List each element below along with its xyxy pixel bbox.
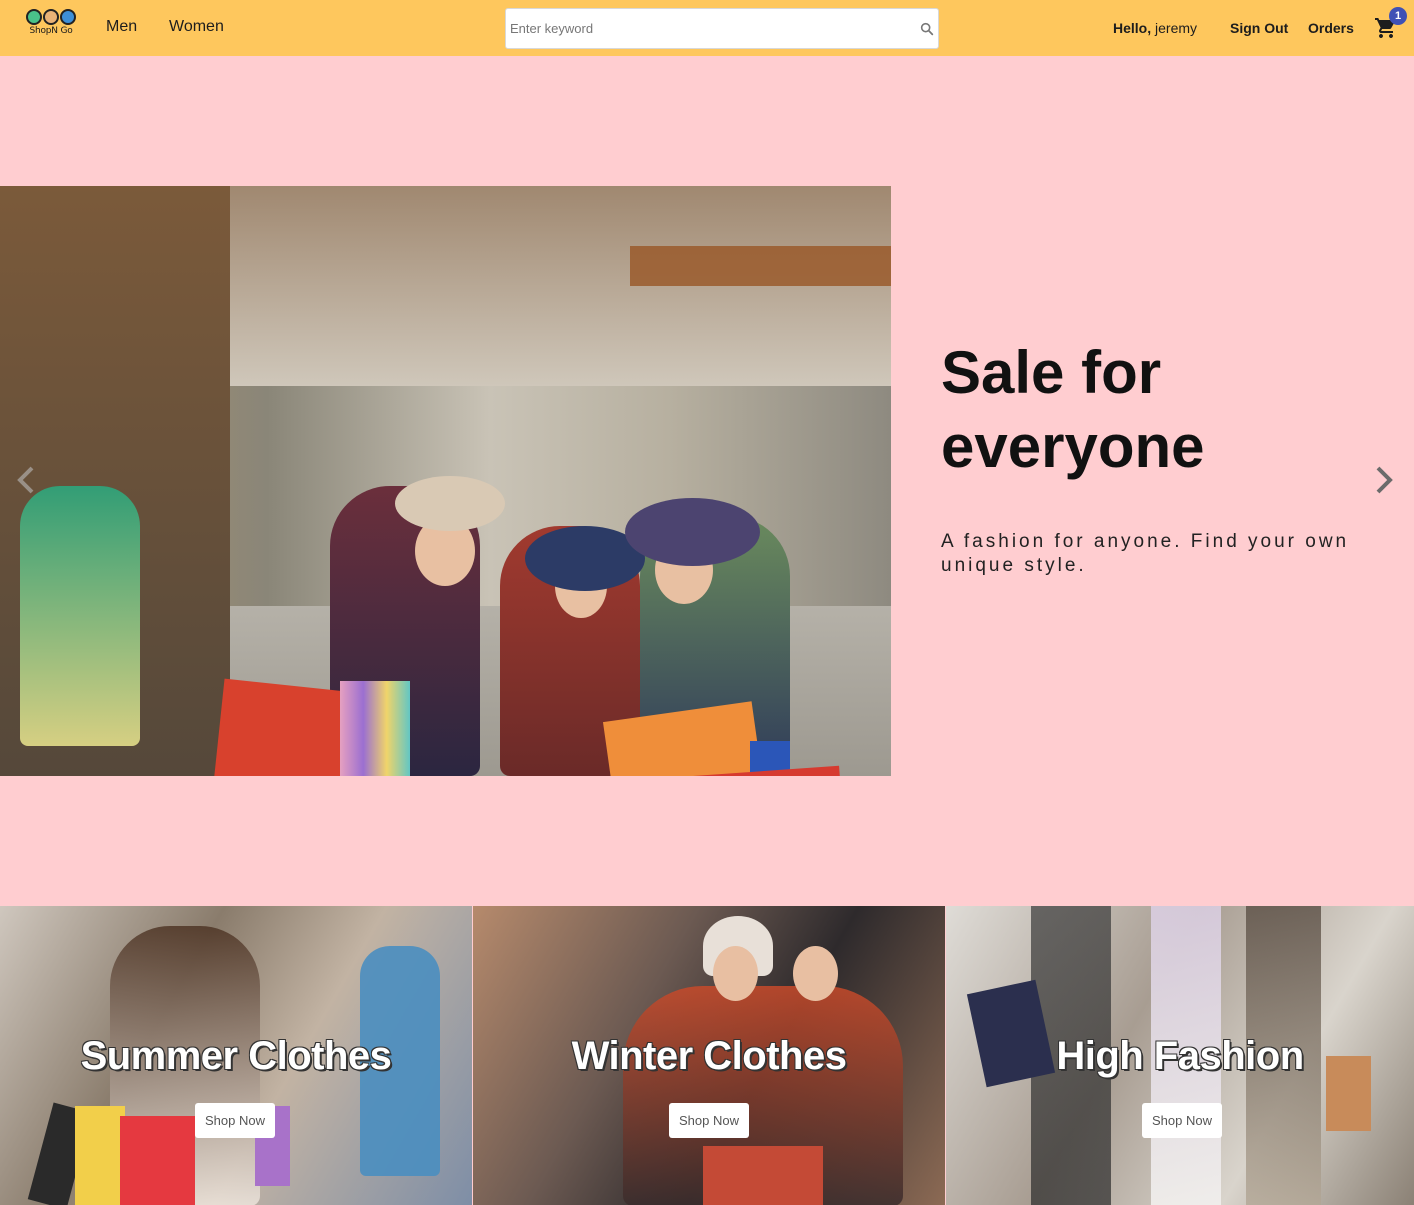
shopngo-logo[interactable]: ShopN Go <box>24 9 78 43</box>
logo-text: ShopN Go <box>29 26 73 36</box>
search-input[interactable] <box>510 9 910 48</box>
cart-count-badge: 1 <box>1389 7 1407 25</box>
category-card-winter[interactable]: Winter Clothes Shop Now <box>473 906 945 1205</box>
category-title-high-fashion: High Fashion <box>1056 1034 1304 1078</box>
hero-image <box>0 186 891 776</box>
user-greeting: Hello, jeremy <box>1113 20 1197 36</box>
search-icon[interactable] <box>919 21 935 37</box>
shop-now-button-winter[interactable]: Shop Now <box>669 1103 749 1138</box>
top-navbar: ShopN Go Men Women Hello, jeremy Sign Ou… <box>0 0 1414 56</box>
nav-women-link[interactable]: Women <box>169 18 224 36</box>
shop-now-button-high-fashion[interactable]: Shop Now <box>1142 1103 1222 1138</box>
sign-out-link[interactable]: Sign Out <box>1230 20 1288 36</box>
hero-subtitle: A fashion for anyone. Find your own uniq… <box>941 531 1350 576</box>
shop-now-button-summer[interactable]: Shop Now <box>195 1103 275 1138</box>
category-card-high-fashion[interactable]: High Fashion Shop Now <box>946 906 1414 1205</box>
category-title-winter: Winter Clothes <box>571 1034 847 1078</box>
chevron-left-icon[interactable] <box>12 462 40 498</box>
chevron-right-icon[interactable] <box>1370 462 1398 498</box>
category-title-summer: Summer Clothes <box>80 1034 392 1078</box>
category-card-summer[interactable]: Summer Clothes Shop Now <box>0 906 472 1205</box>
search-box <box>505 8 939 49</box>
greeting-prefix: Hello, <box>1113 20 1152 36</box>
greeting-username: jeremy <box>1155 20 1198 36</box>
nav-men-link[interactable]: Men <box>106 18 137 36</box>
hero-title: Sale for everyone <box>941 339 1205 480</box>
orders-link[interactable]: Orders <box>1308 20 1354 36</box>
